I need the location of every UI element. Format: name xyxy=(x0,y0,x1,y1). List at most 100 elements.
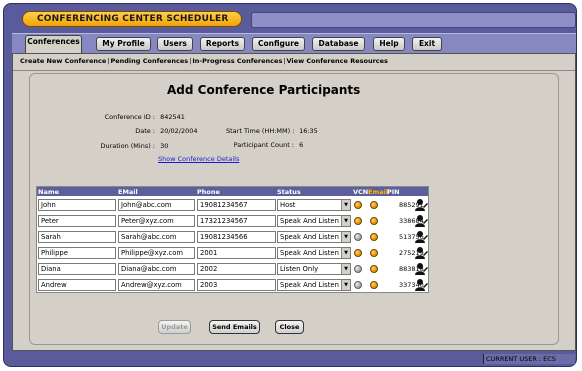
name-input[interactable]: Andrew xyxy=(38,279,116,291)
email-indicator-icon[interactable] xyxy=(370,201,378,209)
participant-count-value: 6 xyxy=(299,141,304,149)
duration-value: 30 xyxy=(160,142,169,150)
phone-input[interactable]: 2001 xyxy=(197,247,276,259)
update-button[interactable]: Update xyxy=(158,320,191,334)
email-input[interactable]: John@abc.com xyxy=(118,199,195,211)
vcn-indicator-icon[interactable] xyxy=(354,265,362,273)
tab-conferences[interactable]: Conferences xyxy=(25,35,82,54)
column-header-email: EMail xyxy=(118,188,138,196)
close-button[interactable]: Close xyxy=(275,320,304,334)
table-header: Name EMail Phone Status VCN Email PIN xyxy=(37,187,428,196)
tab-exit[interactable]: Exit xyxy=(412,37,442,51)
edit-participant-icon[interactable] xyxy=(414,230,428,244)
chevron-down-icon[interactable]: ▼ xyxy=(341,216,350,226)
status-select-value: Host xyxy=(280,201,296,209)
chevron-down-icon[interactable]: ▼ xyxy=(341,200,350,210)
status-select[interactable]: Listen Only ▼ xyxy=(277,263,351,275)
edit-participant-icon[interactable] xyxy=(414,246,428,260)
status-select-value: Speak And Listen xyxy=(280,281,339,289)
column-header-name: Name xyxy=(38,188,60,196)
table-row: Peter Peter@xyz.com 17321234567 Speak And L… xyxy=(37,213,428,229)
column-header-phone: Phone xyxy=(197,188,220,196)
phone-input[interactable]: 17321234567 xyxy=(197,215,276,227)
edit-participant-icon[interactable] xyxy=(414,198,428,212)
status-select[interactable]: Speak And Listen ▼ xyxy=(277,279,351,291)
conference-id-row: Conference ID : 842541 xyxy=(95,113,185,121)
phone-input[interactable]: 19081234566 xyxy=(197,231,276,243)
phone-input[interactable]: 2002 xyxy=(197,263,276,275)
email-input[interactable]: Peter@xyz.com xyxy=(118,215,195,227)
table-row: Philippe Philippe@xyz.com 2001 Speak And Li… xyxy=(37,245,428,261)
edit-participant-icon[interactable] xyxy=(414,214,428,228)
column-header-email-sent: Email xyxy=(368,188,389,196)
participant-count-row: Participant Count : 6 xyxy=(226,141,304,149)
email-indicator-icon[interactable] xyxy=(370,217,378,225)
chevron-down-icon[interactable]: ▼ xyxy=(341,280,350,290)
chevron-down-icon[interactable]: ▼ xyxy=(341,264,350,274)
email-indicator-icon[interactable] xyxy=(370,233,378,241)
column-header-pin: PIN xyxy=(387,188,400,196)
phone-input[interactable]: 19081234567 xyxy=(197,199,276,211)
edit-participant-icon[interactable] xyxy=(414,262,428,276)
tab-database[interactable]: Database xyxy=(312,37,365,51)
main-nav: Conferences My Profile Users Reports Con… xyxy=(12,33,576,54)
column-header-status: Status xyxy=(277,188,301,196)
start-time-value: 16:35 xyxy=(299,127,318,135)
email-input[interactable]: Andrew@xyz.com xyxy=(118,279,195,291)
content-panel: Create New Conference|Pending Conference… xyxy=(12,53,576,351)
status-select-value: Speak And Listen xyxy=(280,217,339,225)
vcn-indicator-icon[interactable] xyxy=(354,281,362,289)
status-select[interactable]: Speak And Listen ▼ xyxy=(277,247,351,259)
tab-users[interactable]: Users xyxy=(157,37,193,51)
table-row: Sarah Sarah@abc.com 19081234566 Speak And L… xyxy=(37,229,428,245)
divider xyxy=(13,70,575,71)
start-time-label: Start Time (HH:MM) : xyxy=(226,127,295,135)
email-input[interactable]: Philippe@xyz.com xyxy=(118,247,195,259)
name-input[interactable]: Philippe xyxy=(38,247,116,259)
name-input[interactable]: Sarah xyxy=(38,231,116,243)
status-bar: CURRENT USER : ECS xyxy=(483,354,575,364)
status-select[interactable]: Host ▼ xyxy=(277,199,351,211)
vcn-indicator-icon[interactable] xyxy=(354,233,362,241)
vcn-indicator-icon[interactable] xyxy=(354,217,362,225)
subnav-create-new-conference[interactable]: Create New Conference xyxy=(20,57,106,65)
name-input[interactable]: Diana xyxy=(38,263,116,275)
show-conference-details-link[interactable]: Show Conference Details xyxy=(158,155,239,163)
subnav-view-conference-resources[interactable]: View Conference Resources xyxy=(287,57,388,65)
email-input[interactable]: Diana@abc.com xyxy=(118,263,195,275)
header-panel xyxy=(251,12,576,28)
status-select[interactable]: Speak And Listen ▼ xyxy=(277,215,351,227)
tab-help[interactable]: Help xyxy=(373,37,405,51)
app-frame: CONFERENCING CENTER SCHEDULER Conference… xyxy=(3,3,577,367)
app-title-bar: CONFERENCING CENTER SCHEDULER xyxy=(22,11,242,27)
email-indicator-icon[interactable] xyxy=(370,281,378,289)
participants-table: Name EMail Phone Status VCN Email PIN Jo… xyxy=(36,186,429,293)
name-input[interactable]: Peter xyxy=(38,215,116,227)
date-value: 20/02/2004 xyxy=(160,127,198,135)
name-input[interactable]: John xyxy=(38,199,116,211)
status-select[interactable]: Speak And Listen ▼ xyxy=(277,231,351,243)
phone-input[interactable]: 2003 xyxy=(197,279,276,291)
subnav-pending-conferences[interactable]: Pending Conferences xyxy=(110,57,188,65)
chevron-down-icon[interactable]: ▼ xyxy=(341,232,350,242)
table-row: Andrew Andrew@xyz.com 2003 Speak And Listen… xyxy=(37,277,428,293)
subnav-in-progress-conferences[interactable]: In-Progress Conferences xyxy=(192,57,282,65)
vcn-indicator-icon[interactable] xyxy=(354,201,362,209)
email-indicator-icon[interactable] xyxy=(370,265,378,273)
start-time-row: Start Time (HH:MM) : 16:35 xyxy=(226,127,318,135)
email-indicator-icon[interactable] xyxy=(370,249,378,257)
send-emails-button[interactable]: Send Emails xyxy=(209,320,260,334)
conference-id-label: Conference ID : xyxy=(104,113,155,121)
status-select-value: Speak And Listen xyxy=(280,233,339,241)
vcn-indicator-icon[interactable] xyxy=(354,249,362,257)
tab-reports[interactable]: Reports xyxy=(200,37,245,51)
page-title: Add Conference Participants xyxy=(167,83,361,97)
chevron-down-icon[interactable]: ▼ xyxy=(341,248,350,258)
column-header-vcn: VCN xyxy=(353,188,369,196)
edit-participant-icon[interactable] xyxy=(414,278,428,292)
status-select-value: Speak And Listen xyxy=(280,249,339,257)
email-input[interactable]: Sarah@abc.com xyxy=(118,231,195,243)
tab-configure[interactable]: Configure xyxy=(252,37,305,51)
participant-count-label: Participant Count : xyxy=(233,141,294,149)
tab-my-profile[interactable]: My Profile xyxy=(96,37,151,51)
